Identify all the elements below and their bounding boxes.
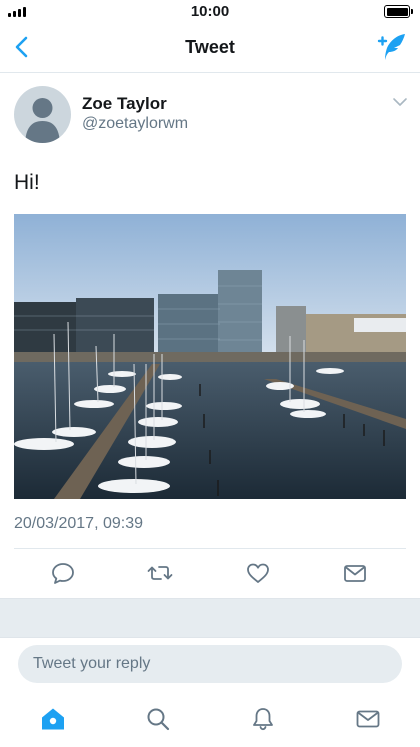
like-heart-icon[interactable]	[245, 560, 271, 586]
tab-bar	[0, 696, 420, 747]
direct-message-envelope-icon[interactable]	[342, 560, 368, 586]
messages-envelope-icon[interactable]	[355, 706, 381, 732]
tweet-actions	[0, 558, 420, 588]
chevron-down-icon[interactable]	[392, 96, 408, 108]
tweet-text: Hi!	[14, 171, 40, 194]
default-avatar-icon	[25, 98, 60, 143]
tweet-timestamp: 20/03/2017, 09:39	[14, 515, 144, 532]
reply-placeholder: Tweet your reply	[33, 655, 151, 672]
author-name[interactable]: Zoe Taylor	[82, 94, 167, 114]
avatar[interactable]	[14, 86, 71, 143]
search-icon[interactable]	[145, 706, 171, 732]
reply-input[interactable]: Tweet your reply	[18, 645, 402, 683]
tweet-photo[interactable]	[14, 214, 406, 499]
battery-icon	[384, 5, 413, 18]
home-icon[interactable]	[40, 706, 66, 732]
separator-band	[0, 598, 420, 638]
page-title: Tweet	[185, 37, 235, 57]
retweet-icon[interactable]	[147, 560, 173, 586]
nav-bar: Tweet	[0, 24, 420, 73]
compose-tweet-icon[interactable]	[376, 32, 408, 64]
reply-icon[interactable]	[50, 560, 76, 586]
status-bar: 10:00	[0, 0, 420, 24]
notifications-bell-icon[interactable]	[250, 706, 276, 732]
status-time: 10:00	[190, 3, 230, 20]
divider	[14, 548, 406, 549]
author-handle[interactable]: @zoetaylorwm	[82, 115, 188, 133]
